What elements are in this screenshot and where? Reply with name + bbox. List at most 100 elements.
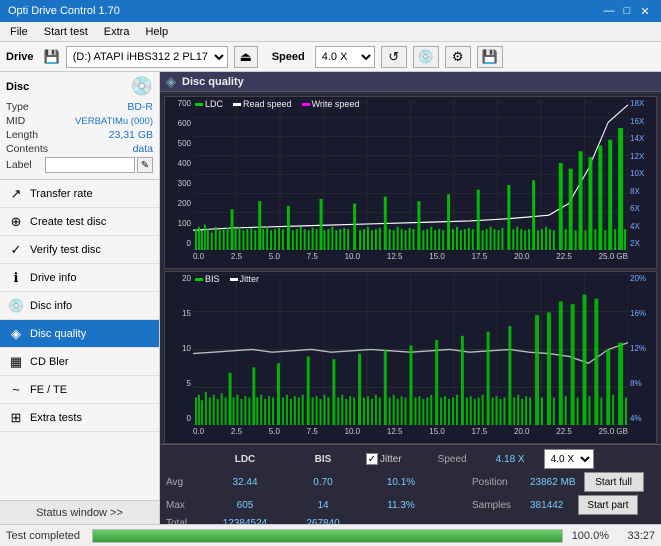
samples-value: 381442 <box>530 500 570 511</box>
bis-color <box>195 278 203 281</box>
sidebar-item-verify-test-disc[interactable]: ✓ Verify test disc <box>0 236 159 264</box>
maximize-button[interactable]: □ <box>619 3 635 19</box>
start-full-button[interactable]: Start full <box>584 472 644 492</box>
label-input[interactable] <box>45 157 135 173</box>
main-layout: Disc 💿 Type BD-R MID VERBATIMu (000) Len… <box>0 72 661 524</box>
mid-label: MID <box>6 115 25 127</box>
panel-header: ◈ Disc quality <box>160 72 661 92</box>
sidebar-item-fe-te[interactable]: ~ FE / TE <box>0 376 159 404</box>
menu-file[interactable]: File <box>4 25 34 39</box>
total-ldc: 12384524 <box>210 518 280 524</box>
contents-label: Contents <box>6 143 48 155</box>
drive-select[interactable]: (D:) ATAPI iHBS312 2 PL17 <box>66 46 228 68</box>
sidebar-item-disc-info[interactable]: 💿 Disc info <box>0 292 159 320</box>
drive-icon: 💾 <box>44 49 60 65</box>
chart1-y-right: 18X 16X 14X 12X 10X 8X 6X 4X 2X <box>628 97 656 248</box>
menu-help[interactable]: Help <box>139 25 174 39</box>
max-label: Max <box>166 500 202 511</box>
close-button[interactable]: ✕ <box>637 3 653 19</box>
eject-button[interactable]: ⏏ <box>234 46 258 68</box>
max-jitter: 11.3% <box>366 500 436 511</box>
panel-title: Disc quality <box>182 76 244 88</box>
disc-button[interactable]: 💿 <box>413 46 439 68</box>
type-label: Type <box>6 101 29 113</box>
status-window-button[interactable]: Status window >> <box>0 500 159 524</box>
verify-test-disc-label: Verify test disc <box>30 244 101 256</box>
extra-tests-icon: ⊞ <box>8 410 24 426</box>
chart2-svg <box>193 274 628 425</box>
type-value: BD-R <box>127 101 153 113</box>
disc-quality-icon: ◈ <box>8 326 24 342</box>
chart2-plot <box>193 274 628 425</box>
legend-ldc: LDC <box>195 99 223 109</box>
disc-quality-label: Disc quality <box>30 328 86 340</box>
minimize-button[interactable]: — <box>601 3 617 19</box>
fe-te-icon: ~ <box>8 382 24 397</box>
disc-info-label: Disc info <box>30 300 72 312</box>
title-bar: Opti Drive Control 1.70 — □ ✕ <box>0 0 661 22</box>
fe-te-label: FE / TE <box>30 384 67 396</box>
app-title: Opti Drive Control 1.70 <box>8 5 120 17</box>
mid-value: VERBATIMu (000) <box>75 116 153 127</box>
max-bis: 14 <box>288 500 358 511</box>
avg-ldc: 32.44 <box>210 477 280 488</box>
ldc-legend-label: LDC <box>205 99 223 109</box>
bis-col-header: BIS <box>288 454 358 465</box>
ldc-col-header: LDC <box>210 454 280 465</box>
legend-bis: BIS <box>195 274 220 284</box>
sidebar-item-cd-bler[interactable]: ▦ CD Bler <box>0 348 159 376</box>
menu-extra[interactable]: Extra <box>98 25 136 39</box>
stats-avg-row: Avg 32.44 0.70 10.1% Position 23862 MB S… <box>166 472 655 492</box>
sidebar-item-drive-info[interactable]: ℹ Drive info <box>0 264 159 292</box>
legend-write-speed: Write speed <box>302 99 360 109</box>
stats-max-row: Max 605 14 11.3% Samples 381442 Start pa… <box>166 495 655 515</box>
jitter-checkbox-box[interactable]: ✓ <box>366 453 378 465</box>
panel-header-icon: ◈ <box>166 74 176 90</box>
speed-select[interactable]: 4.0 X 2.0 X 1.0 X <box>315 46 375 68</box>
avg-label: Avg <box>166 477 202 488</box>
length-value: 23,31 GB <box>109 129 153 141</box>
chart1-x-axis: 0.0 2.5 5.0 7.5 10.0 12.5 15.0 17.5 20.0… <box>193 250 628 268</box>
contents-value: data <box>133 143 153 155</box>
settings-button[interactable]: ⚙ <box>445 46 471 68</box>
jitter-checkbox[interactable]: ✓ Jitter <box>366 453 402 465</box>
drive-label: Drive <box>6 51 34 63</box>
sidebar-item-create-test-disc[interactable]: ⊕ Create test disc <box>0 208 159 236</box>
sidebar-item-extra-tests[interactable]: ⊞ Extra tests <box>0 404 159 432</box>
position-value: 23862 MB <box>530 477 576 488</box>
stats-total-row: Total 12384524 267840 <box>166 518 655 524</box>
create-test-disc-icon: ⊕ <box>8 214 24 230</box>
samples-label: Samples <box>472 500 522 511</box>
start-part-button[interactable]: Start part <box>578 495 638 515</box>
label-edit-button[interactable]: ✎ <box>137 157 153 173</box>
sidebar-item-transfer-rate[interactable]: ↗ Transfer rate <box>0 180 159 208</box>
total-label: Total <box>166 518 202 524</box>
sidebar: Disc 💿 Type BD-R MID VERBATIMu (000) Len… <box>0 72 160 524</box>
jitter-color <box>230 278 238 281</box>
ldc-color <box>195 103 203 106</box>
max-ldc: 605 <box>210 500 280 511</box>
read-speed-color <box>233 103 241 106</box>
extra-tests-label: Extra tests <box>30 412 82 424</box>
bis-legend-label: BIS <box>205 274 220 284</box>
menu-bar: File Start test Extra Help <box>0 22 661 42</box>
progress-bar-container <box>92 529 563 543</box>
charts-container: LDC Read speed Write speed 700 600 500 <box>160 92 661 444</box>
speed-label: Speed <box>272 51 305 63</box>
drive-info-label: Drive info <box>30 272 76 284</box>
progress-time: 33:27 <box>615 530 655 542</box>
progress-area: Test completed 100.0% 33:27 <box>0 524 661 546</box>
refresh-button[interactable]: ↺ <box>381 46 407 68</box>
stats-bar: LDC BIS ✓ Jitter Speed 4.18 X 4.0 X Avg … <box>160 444 661 524</box>
save-button[interactable]: 💾 <box>477 46 503 68</box>
sidebar-item-disc-quality[interactable]: ◈ Disc quality <box>0 320 159 348</box>
speed-stat-label: Speed <box>438 454 488 465</box>
stats-speed-select[interactable]: 4.0 X <box>544 449 594 469</box>
chart1: LDC Read speed Write speed 700 600 500 <box>164 96 657 269</box>
chart2-legend: BIS Jitter <box>195 274 259 284</box>
status-text: Test completed <box>6 530 86 542</box>
menu-start-test[interactable]: Start test <box>38 25 94 39</box>
jitter-col-header: Jitter <box>380 454 402 465</box>
progress-bar-fill <box>93 530 562 542</box>
chart1-plot <box>193 99 628 250</box>
